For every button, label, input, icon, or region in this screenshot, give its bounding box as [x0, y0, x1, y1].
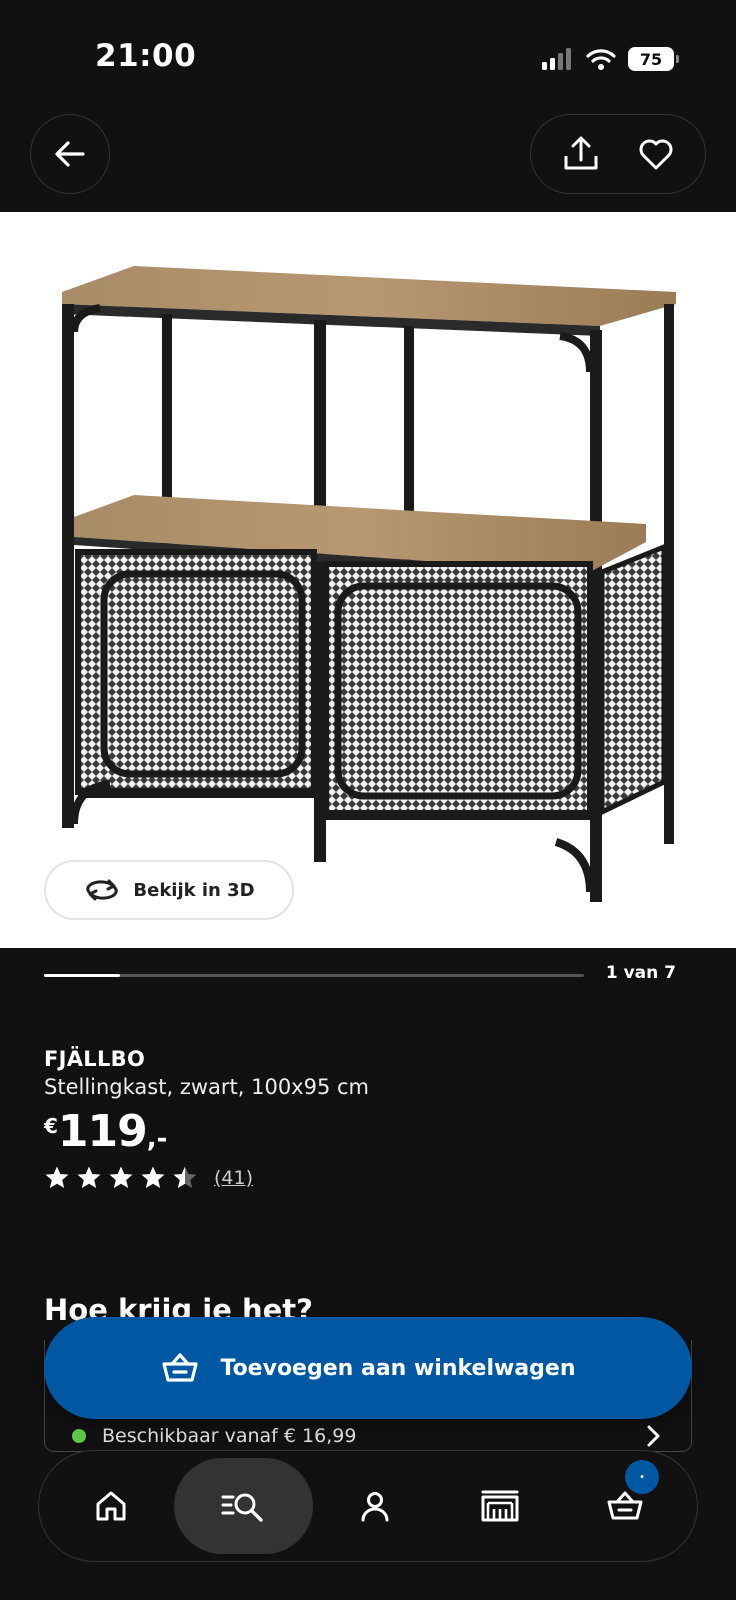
share-button[interactable] — [551, 124, 611, 184]
header-actions — [530, 114, 706, 194]
shelf-illustration — [62, 266, 676, 902]
view-3d-button[interactable]: Bekijk in 3D — [44, 860, 294, 920]
star-icon — [77, 1166, 101, 1188]
battery-indicator: 75 — [628, 47, 679, 71]
product-image[interactable] — [0, 212, 736, 948]
share-icon — [564, 136, 597, 170]
status-bar: 21:00 75 — [0, 0, 736, 115]
search-list-icon — [221, 1493, 263, 1522]
cart-icon — [607, 1491, 643, 1520]
product-name: FJÄLLBO — [44, 1047, 146, 1071]
arrow-left-icon — [55, 141, 85, 167]
nav-home[interactable] — [49, 1458, 174, 1554]
chevron-right-icon — [647, 1425, 660, 1447]
star-icon — [141, 1166, 165, 1188]
price-decimals: ,- — [146, 1124, 168, 1154]
nav-profile[interactable] — [313, 1458, 438, 1554]
rotate-3d-icon — [86, 879, 119, 901]
gallery-progress — [44, 974, 584, 977]
status-icons: 75 — [542, 44, 679, 74]
home-icon — [96, 1491, 126, 1521]
battery-level: 75 — [639, 49, 663, 69]
gallery-pager: 1 van 7 — [605, 963, 676, 983]
review-count[interactable]: (41) — [214, 1167, 253, 1189]
cart-badge: • — [625, 1460, 660, 1494]
wifi-icon — [586, 49, 616, 70]
nav-store[interactable] — [437, 1458, 562, 1554]
product-price: € 119 ,- — [44, 1106, 168, 1157]
star-icon — [109, 1166, 133, 1188]
product-description: Stellingkast, zwart, 100x95 cm — [44, 1075, 370, 1099]
rating-stars — [44, 1165, 198, 1190]
price-amount: 119 — [57, 1106, 148, 1157]
price-currency: € — [44, 1114, 58, 1138]
bottom-nav: • — [38, 1450, 698, 1562]
status-time: 21:00 — [95, 38, 197, 74]
person-icon — [361, 1492, 389, 1522]
store-icon — [481, 1490, 519, 1522]
nav-cart[interactable]: • — [562, 1458, 687, 1554]
product-rating[interactable]: (41) — [44, 1165, 253, 1190]
view-3d-label: Bekijk in 3D — [133, 879, 255, 901]
star-icon — [173, 1166, 197, 1188]
add-to-cart-label: Toevoegen aan winkelwagen — [220, 1355, 576, 1381]
star-icon — [45, 1166, 69, 1188]
favorite-button[interactable] — [626, 124, 686, 184]
gallery-progress-fill — [44, 974, 120, 977]
add-to-cart-button[interactable]: Toevoegen aan winkelwagen — [44, 1317, 692, 1419]
nav-search[interactable] — [173, 1458, 313, 1554]
basket-icon — [162, 1353, 199, 1382]
availability-dot — [72, 1429, 86, 1443]
availability-row[interactable]: Beschikbaar vanaf € 16,99 — [72, 1424, 662, 1448]
signal-icon — [542, 48, 571, 70]
heart-icon — [639, 139, 672, 170]
back-button[interactable] — [30, 114, 110, 194]
availability-text: Beschikbaar vanaf € 16,99 — [102, 1425, 357, 1447]
